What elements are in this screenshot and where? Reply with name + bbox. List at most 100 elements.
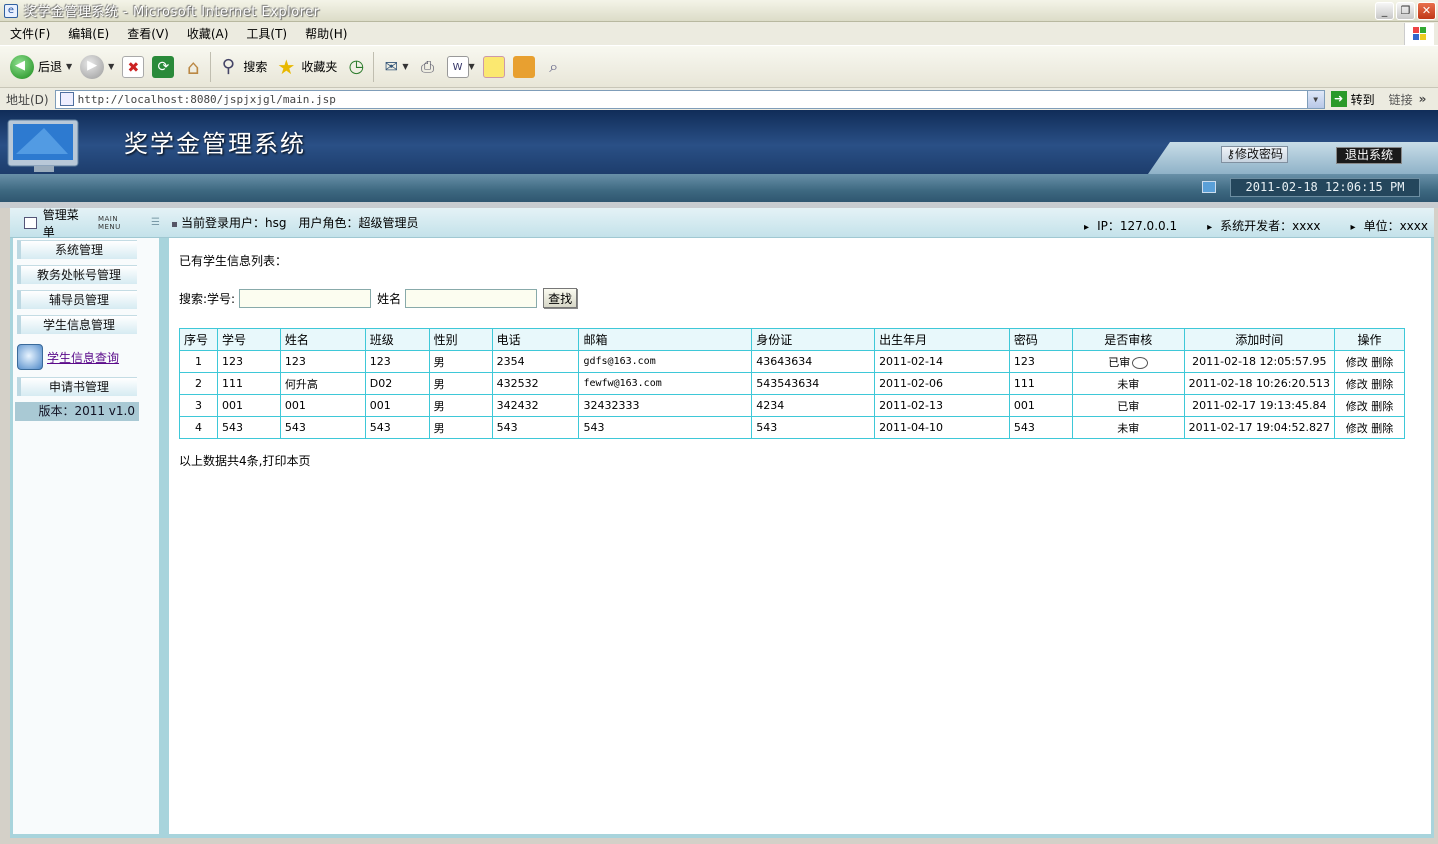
home-icon[interactable]: ⌂ — [182, 56, 204, 78]
key-icon: ⚷ — [1226, 147, 1235, 161]
cell-added-time: 2011-02-18 12:05:57.95 — [1183, 350, 1335, 373]
go-arrow-icon: ➜ — [1330, 91, 1347, 107]
links-button[interactable]: 链接 — [1389, 91, 1413, 108]
minimize-button[interactable]: _ — [1375, 2, 1394, 20]
delete-link[interactable]: 删除 — [1371, 400, 1393, 413]
cell-actions: 修改 删除 — [1333, 416, 1406, 439]
window-title: 奖学金管理系统 - Microsoft Internet Explorer — [24, 5, 320, 20]
ie-icon: e — [4, 3, 18, 18]
sidebar-item-system[interactable]: 系统管理 — [17, 240, 137, 259]
research-icon[interactable]: ⌕ — [543, 56, 565, 78]
favorites-label: 收藏夹 — [301, 60, 338, 74]
menu-help[interactable]: 帮助(H) — [305, 25, 347, 42]
search-submit-button[interactable]: 查找 — [543, 288, 578, 308]
cell-gender: 男 — [428, 350, 493, 373]
history-icon[interactable]: ◷ — [345, 56, 367, 78]
sidebar-item-academic-accounts[interactable]: 教务处帐号管理 — [17, 265, 137, 284]
back-arrow-icon — [10, 54, 34, 79]
student-id-label: 搜索:学号: — [179, 291, 236, 306]
cell-phone: 432532 — [491, 372, 580, 395]
word-icon[interactable]: W — [446, 55, 469, 78]
cell-phone: 543 — [491, 416, 580, 439]
forward-button[interactable]: ▼ — [80, 54, 114, 79]
cell-phone: 342432 — [491, 394, 580, 417]
col-header: 性别 — [428, 328, 493, 351]
name-input[interactable] — [405, 288, 538, 308]
cell-class: D02 — [364, 372, 430, 395]
book-icon[interactable] — [512, 55, 535, 78]
more-icon[interactable]: » — [1419, 92, 1427, 106]
chevron-down-icon[interactable]: ▼ — [66, 62, 72, 71]
system-info: IP：127.0.0.1 系统开发者：xxxx 单位：xxxx — [1084, 217, 1428, 234]
note-icon[interactable] — [482, 55, 505, 78]
col-header: 是否审核 — [1071, 328, 1185, 351]
page-icon — [59, 92, 74, 106]
chevron-down-icon[interactable]: ▼ — [1306, 90, 1324, 108]
menu-view[interactable]: 查看(V) — [127, 25, 169, 42]
cell-index: 1 — [179, 350, 218, 373]
cell-gender: 男 — [428, 372, 493, 395]
window-titlebar: e 奖学金管理系统 - Microsoft Internet Explorer … — [0, 0, 1438, 22]
cell-added-time: 2011-02-18 10:26:20.513 — [1183, 372, 1335, 395]
cell-class: 123 — [364, 350, 430, 373]
col-header: 邮箱 — [578, 328, 753, 351]
sidebar-item-counselors[interactable]: 辅导员管理 — [17, 290, 137, 309]
stop-icon[interactable]: ✖ — [122, 55, 145, 78]
change-password-button[interactable]: ⚷修改密码 — [1221, 146, 1288, 163]
chevron-down-icon[interactable]: ▼ — [402, 62, 408, 71]
favorites-button[interactable]: ★ 收藏夹 — [275, 56, 337, 78]
go-button[interactable]: ➜ 转到 — [1330, 91, 1375, 108]
menu-bar: 文件(F) 编辑(E) 查看(V) 收藏(A) 工具(T) 帮助(H) — [0, 22, 1438, 46]
student-query-link[interactable]: 学生信息查询 — [47, 349, 119, 366]
edit-link[interactable]: 修改 — [1346, 356, 1368, 369]
menu-favorites[interactable]: 收藏(A) — [187, 25, 229, 42]
edit-link[interactable]: 修改 — [1346, 422, 1368, 435]
cell-phone: 2354 — [491, 350, 580, 373]
sidebar-student-query[interactable]: 学生信息查询 — [17, 342, 137, 372]
current-datetime: 2011-02-18 12:06:15 PM — [1230, 178, 1420, 197]
col-header: 出生年月 — [874, 328, 1010, 351]
back-label: 后退 — [38, 60, 63, 74]
content-area: 已有学生信息列表： 搜索:学号: 姓名 查找 序号 学号 姓名 班级 性别 电话… — [169, 238, 1431, 834]
student-id-input[interactable] — [239, 288, 372, 308]
menu-subtitle: MAIN MENU — [97, 214, 121, 231]
table-row: 2 111 何升高 D02 男 432532 fewfw@163.com 543… — [179, 372, 1406, 395]
menu-file[interactable]: 文件(F) — [10, 25, 50, 42]
menu-tools[interactable]: 工具(T) — [246, 25, 287, 42]
refresh-icon[interactable]: ⟳ — [152, 55, 175, 78]
cell-class: 543 — [364, 416, 430, 439]
search-button[interactable]: ⚲ 搜索 — [217, 56, 268, 78]
chevron-down-icon[interactable]: ▼ — [108, 62, 114, 71]
delete-link[interactable]: 删除 — [1371, 422, 1393, 435]
restore-button[interactable]: ❐ — [1396, 2, 1415, 20]
table-header-row: 序号 学号 姓名 班级 性别 电话 邮箱 身份证 出生年月 密码 是否审核 添加… — [179, 328, 1406, 351]
menu-edit[interactable]: 编辑(E) — [68, 25, 109, 42]
logout-button[interactable]: 退出系统 — [1335, 147, 1402, 164]
mail-icon[interactable]: ✉ — [380, 56, 402, 78]
edit-link[interactable]: 修改 — [1346, 400, 1368, 413]
star-icon: ★ — [277, 54, 296, 79]
cell-name: 何升高 — [279, 372, 366, 395]
chevron-down-icon[interactable]: ▼ — [469, 62, 475, 71]
sidebar-item-students[interactable]: 学生信息管理 — [17, 315, 137, 334]
edit-link[interactable]: 修改 — [1346, 378, 1368, 391]
cell-password: 111 — [1008, 372, 1073, 395]
cell-email: gdfs@163.com — [578, 350, 753, 373]
address-url: http://localhost:8080/jspjxjgl/main.jsp — [77, 92, 336, 106]
date-bar: 2011-02-18 12:06:15 PM — [0, 174, 1438, 202]
cell-id-card: 43643634 — [751, 350, 876, 373]
app-header: 奖学金管理系统 ⚷修改密码 退出系统 — [0, 110, 1438, 174]
sidebar-item-applications[interactable]: 申请书管理 — [17, 377, 137, 396]
gear-icon — [17, 344, 43, 370]
cell-added-time: 2011-02-17 19:04:52.827 — [1183, 416, 1335, 439]
close-button[interactable]: ✕ — [1417, 2, 1436, 20]
delete-link[interactable]: 删除 — [1371, 356, 1393, 369]
cell-password: 123 — [1008, 350, 1073, 373]
cell-password: 543 — [1008, 416, 1073, 439]
forward-arrow-icon — [80, 54, 105, 79]
print-icon[interactable]: ⎙ — [417, 56, 439, 78]
back-button[interactable]: 后退 ▼ — [10, 54, 72, 79]
delete-link[interactable]: 删除 — [1371, 378, 1393, 391]
address-input[interactable]: http://localhost:8080/jspjxjgl/main.jsp … — [54, 89, 1325, 109]
cell-student-id: 111 — [216, 372, 281, 395]
